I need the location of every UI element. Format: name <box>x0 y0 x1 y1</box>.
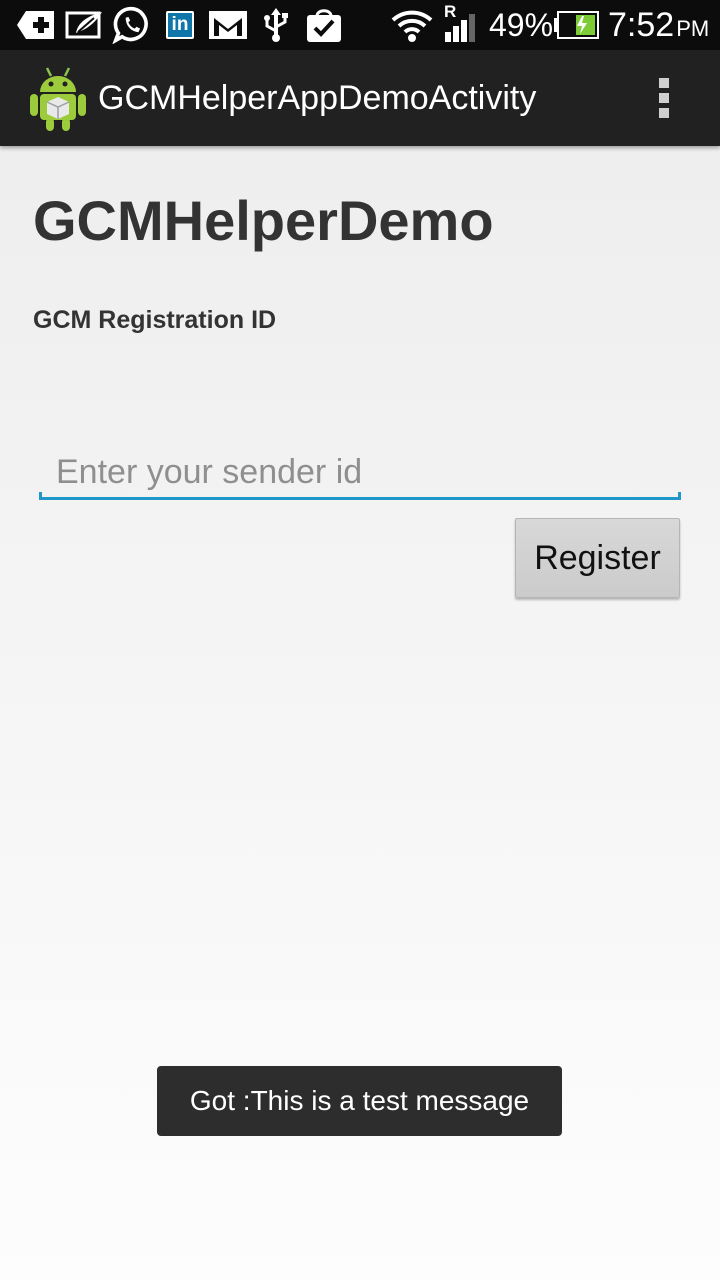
linkedin-icon: in <box>166 11 194 39</box>
gmail-icon <box>209 11 247 39</box>
input-underline <box>39 492 681 500</box>
usb-icon <box>264 8 288 42</box>
action-bar-title: GCMHelperAppDemoActivity <box>98 79 537 117</box>
add-icon <box>17 11 54 39</box>
sender-id-input[interactable] <box>40 442 680 502</box>
signal-icon: R <box>443 2 481 44</box>
android-icon[interactable] <box>28 64 88 132</box>
clock-ampm: PM <box>676 16 710 41</box>
whatsapp-icon <box>112 6 148 44</box>
notes-icon <box>65 11 102 39</box>
page-title: GCMHelperDemo <box>33 189 494 252</box>
action-bar: GCMHelperAppDemoActivity <box>0 50 720 146</box>
toast-message: Got :This is a test message <box>157 1066 562 1136</box>
clock-time: 7:52 <box>608 6 675 44</box>
status-bar: in R 49% 7:52PM <box>0 0 720 50</box>
linkedin-text: in <box>168 13 192 37</box>
registration-id-label: GCM Registration ID <box>33 306 277 334</box>
overflow-menu-icon[interactable] <box>648 74 680 122</box>
register-button[interactable]: Register <box>515 518 680 598</box>
task-icon <box>307 9 341 42</box>
battery-percent: 49% <box>489 7 554 43</box>
wifi-icon <box>391 10 433 42</box>
clock: 7:52PM <box>608 4 709 46</box>
battery-icon <box>554 11 599 39</box>
